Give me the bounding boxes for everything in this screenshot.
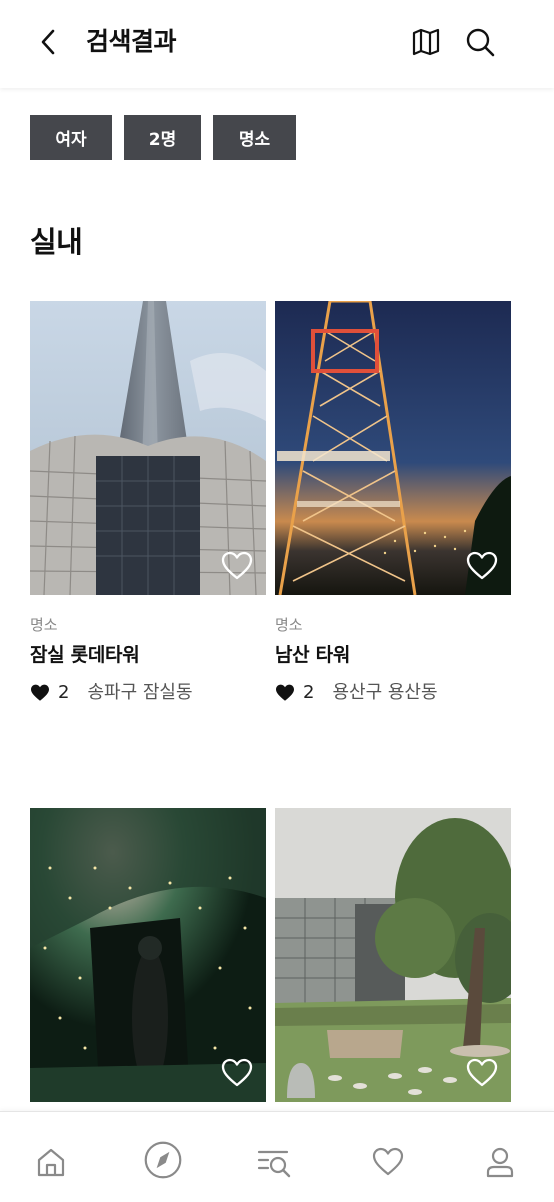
bottom-tab-bar <box>0 1111 554 1202</box>
heart-outline-icon <box>466 1058 498 1087</box>
like-count: 2 <box>58 682 70 703</box>
profile-icon <box>486 1147 514 1178</box>
favorite-button[interactable] <box>220 549 254 583</box>
place-category: 명소 <box>275 616 303 634</box>
home-icon <box>37 1148 65 1177</box>
place-card[interactable]: 명소 남산 타워 2 용산구 용산동 <box>275 301 511 705</box>
illuminated-tunnel-photo[interactable] <box>30 808 266 1102</box>
back-button[interactable] <box>34 26 62 58</box>
heart-icon <box>372 1147 404 1176</box>
filter-chips: 여자 2명 명소 <box>30 115 296 160</box>
filter-chip-category[interactable]: 명소 <box>213 115 296 160</box>
place-card[interactable] <box>275 808 511 1102</box>
place-location: 송파구 잠실동 <box>87 682 193 703</box>
map-icon <box>412 28 440 56</box>
heart-outline-icon <box>466 551 498 580</box>
heart-filled-icon <box>31 684 49 701</box>
place-category: 명소 <box>30 616 58 634</box>
place-meta: 2 송파구 잠실동 <box>30 681 266 705</box>
favorite-button[interactable] <box>465 1056 499 1090</box>
favorite-button[interactable] <box>465 549 499 583</box>
search-button[interactable] <box>463 25 497 59</box>
chevron-left-icon <box>41 29 55 55</box>
compass-icon <box>144 1141 182 1179</box>
place-card[interactable] <box>30 808 266 1102</box>
place-meta: 2 용산구 용산동 <box>275 681 511 705</box>
map-button[interactable] <box>410 26 442 58</box>
app-header: 검색결과 <box>0 0 554 88</box>
filter-chip-people[interactable]: 2명 <box>124 115 201 160</box>
place-location: 용산구 용산동 <box>332 682 438 703</box>
heart-outline-icon <box>221 551 253 580</box>
namsan-tower-photo[interactable] <box>275 301 511 595</box>
tab-search[interactable] <box>254 1142 294 1182</box>
tab-explore[interactable] <box>143 1140 183 1180</box>
museum-garden-tree-photo[interactable] <box>275 808 511 1102</box>
place-card[interactable]: 명소 잠실 롯데타워 2 송파구 잠실동 <box>30 301 266 705</box>
place-name: 남산 타워 <box>275 644 351 666</box>
favorite-button[interactable] <box>220 1056 254 1090</box>
like-count: 2 <box>303 682 315 703</box>
search-icon <box>466 28 495 57</box>
tab-profile[interactable] <box>480 1142 520 1182</box>
search-list-icon <box>257 1150 291 1178</box>
section-title: 실내 <box>30 225 83 259</box>
tab-favorites[interactable] <box>368 1142 408 1182</box>
tab-home[interactable] <box>31 1142 71 1182</box>
heart-outline-icon <box>221 1058 253 1087</box>
heart-filled-icon <box>276 684 294 701</box>
lotte-world-tower-photo[interactable] <box>30 301 266 595</box>
filter-chip-gender[interactable]: 여자 <box>30 115 112 160</box>
place-name: 잠실 롯데타워 <box>30 644 140 666</box>
page-title: 검색결과 <box>86 27 177 56</box>
